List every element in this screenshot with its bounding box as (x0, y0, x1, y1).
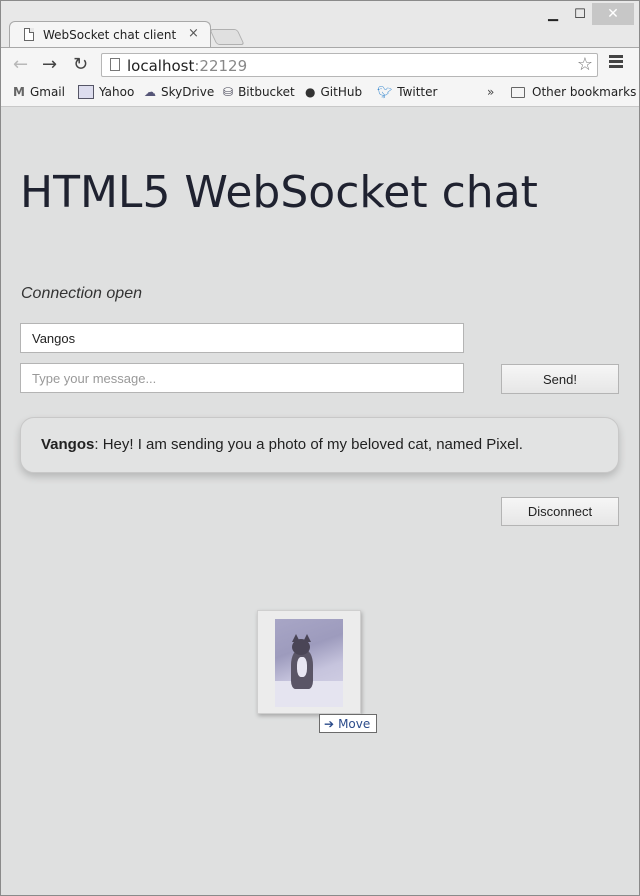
bookmark-yahoo[interactable]: Yahoo (78, 85, 134, 99)
chat-message: Vangos: Hey! I am sending you a photo of… (41, 436, 598, 453)
bookmark-twitter[interactable]: 🐦︎ Twitter (377, 85, 437, 99)
bookmark-gmail[interactable]: M Gmail (13, 85, 65, 99)
github-icon: ● (305, 85, 316, 99)
maximize-button[interactable]: ☐ (568, 3, 592, 25)
other-bookmarks-label: Other bookmarks (532, 85, 637, 99)
skydrive-icon: ☁ (144, 85, 156, 99)
message-sender: Vangos (41, 436, 95, 453)
document-icon (24, 28, 34, 41)
bookmark-label: Yahoo (99, 85, 135, 99)
message-input[interactable] (20, 363, 464, 393)
connection-status: Connection open (21, 285, 142, 302)
tab-title: WebSocket chat client (43, 28, 177, 42)
bookmark-label: Twitter (397, 85, 438, 99)
new-tab-button[interactable] (209, 29, 245, 45)
forward-icon[interactable]: → (42, 54, 57, 75)
send-button[interactable]: Send! (501, 364, 619, 394)
browser-toolbar: ← → ↻ localhost:22129 ☆ (1, 47, 639, 82)
message-text: : Hey! I am sending you a photo of my be… (94, 436, 523, 453)
bookmark-label: Gmail (29, 85, 65, 99)
bookmark-star-icon[interactable]: ☆ (577, 54, 593, 75)
menu-icon[interactable] (609, 55, 623, 70)
disconnect-button[interactable]: Disconnect (501, 497, 619, 526)
yahoo-icon (78, 85, 94, 99)
back-icon[interactable]: ← (13, 54, 28, 75)
move-label: Move (338, 717, 371, 731)
other-bookmarks[interactable]: Other bookmarks (511, 85, 636, 99)
drag-move-tooltip: ➔ Move (319, 714, 378, 733)
reload-icon[interactable]: ↻ (73, 54, 88, 75)
minimize-button[interactable]: ▁ (538, 3, 568, 25)
title-bar: WebSocket chat client × ▁ ☐ ✕ (1, 1, 639, 48)
bitbucket-icon: ⛁ (223, 85, 234, 99)
folder-icon (511, 86, 525, 98)
chat-area: Vangos: Hey! I am sending you a photo of… (20, 417, 619, 473)
browser-window: WebSocket chat client × ▁ ☐ ✕ ← → ↻ loca… (0, 0, 640, 896)
bookmark-bitbucket[interactable]: ⛁ Bitbucket (223, 85, 295, 99)
tab-close-icon[interactable]: × (188, 26, 199, 41)
bookmark-label: Bitbucket (238, 85, 295, 99)
url-text: localhost:22129 (127, 57, 247, 75)
bookmarks-bar: M Gmail Yahoo ☁ SkyDrive ⛁ Bitbucket ● GitHu… (1, 81, 639, 107)
bookmark-github[interactable]: ● GitHub (305, 85, 362, 99)
address-bar[interactable]: localhost:22129 ☆ (101, 53, 598, 77)
page-icon (110, 58, 120, 71)
bookmark-skydrive[interactable]: ☁ SkyDrive (144, 85, 214, 99)
page-title: HTML5 WebSocket chat (20, 167, 538, 218)
browser-tab[interactable]: WebSocket chat client × (9, 21, 211, 48)
move-arrow-icon: ➔ (324, 717, 335, 731)
url-port: :22129 (194, 57, 248, 75)
bookmark-label: SkyDrive (161, 85, 215, 99)
url-host: localhost (127, 57, 195, 75)
close-button[interactable]: ✕ (592, 3, 634, 25)
page-content: HTML5 WebSocket chat Connection open Sen… (1, 107, 639, 895)
bookmark-label: GitHub (320, 85, 363, 99)
name-input[interactable] (20, 323, 464, 353)
more-bookmarks-button[interactable]: » (487, 85, 494, 99)
twitter-icon: 🐦︎ (377, 85, 393, 99)
gmail-icon: M (13, 85, 25, 99)
cat-photo (275, 619, 343, 707)
dragged-photo[interactable] (257, 610, 361, 714)
